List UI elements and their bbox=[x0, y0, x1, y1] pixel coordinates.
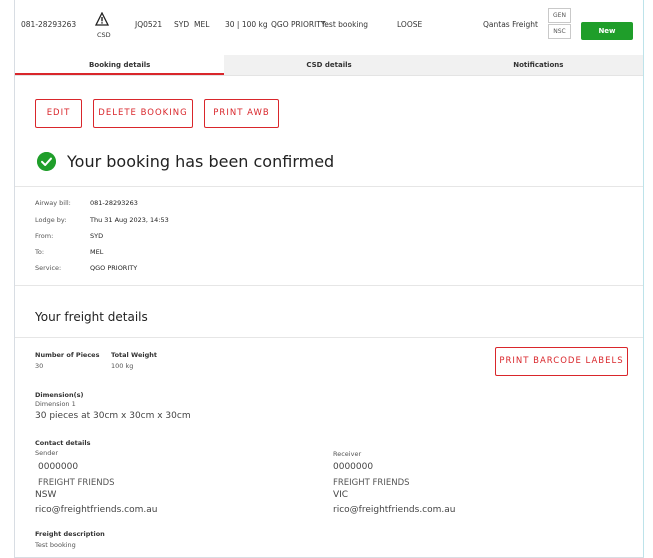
warning-triangle-icon bbox=[95, 12, 109, 26]
receiver-email: rico@freightfriends.com.au bbox=[333, 505, 456, 515]
from-value: SYD bbox=[90, 232, 104, 240]
sender-email: rico@freightfriends.com.au bbox=[35, 505, 158, 515]
status-new-button[interactable]: New bbox=[581, 22, 633, 40]
to-value: MEL bbox=[90, 248, 104, 256]
badge-nsc: NSC bbox=[548, 24, 571, 39]
to-label: To: bbox=[35, 248, 45, 256]
edit-button[interactable]: EDIT bbox=[35, 99, 82, 128]
pieces-value: 30 bbox=[35, 362, 44, 370]
divider bbox=[15, 186, 643, 187]
airway-bill-value: 081-28293263 bbox=[90, 199, 138, 207]
receiver-name: FREIGHT FRIENDS bbox=[333, 478, 410, 488]
booking-header: 081-28293263 CSD JQ0521 SYD MEL 30 | 100… bbox=[15, 8, 643, 50]
service-label: Service: bbox=[35, 264, 62, 272]
delete-booking-button[interactable]: DELETE BOOKING bbox=[93, 99, 193, 128]
booking-panel: 081-28293263 CSD JQ0521 SYD MEL 30 | 100… bbox=[14, 0, 644, 558]
header-description: Test booking bbox=[321, 20, 369, 29]
dimension-1-label: Dimension 1 bbox=[35, 400, 76, 408]
header-origin: SYD bbox=[174, 20, 190, 29]
header-flight: JQ0521 bbox=[135, 20, 163, 29]
lodge-by-label: Lodge by: bbox=[35, 216, 67, 224]
header-awb: 081-28293263 bbox=[21, 20, 77, 29]
divider bbox=[15, 337, 643, 338]
confirmation-message: Your booking has been confirmed bbox=[67, 152, 335, 171]
sender-name: FREIGHT FRIENDS bbox=[38, 478, 115, 488]
receiver-state: VIC bbox=[333, 490, 349, 500]
receiver-label: Receiver bbox=[333, 450, 362, 458]
tab-notifications[interactable]: Notifications bbox=[433, 55, 643, 75]
divider bbox=[15, 285, 643, 286]
freight-details-title: Your freight details bbox=[35, 310, 148, 324]
lodge-by-value: Thu 31 Aug 2023, 14:53 bbox=[90, 216, 169, 224]
dimension-1-value: 30 pieces at 30cm x 30cm x 30cm bbox=[35, 411, 191, 421]
check-circle-icon bbox=[37, 152, 56, 171]
header-destination: MEL bbox=[194, 20, 210, 29]
from-label: From: bbox=[35, 232, 54, 240]
tab-booking-details[interactable]: Booking details bbox=[15, 55, 225, 75]
booking-tabs: Booking details CSD details Notification… bbox=[15, 55, 643, 76]
service-value: QGO PRIORITY bbox=[90, 264, 138, 272]
sender-label: Sender bbox=[35, 449, 59, 457]
freight-description-value: Test booking bbox=[35, 541, 76, 549]
csd-label: CSD bbox=[97, 31, 111, 39]
header-packing: LOOSE bbox=[397, 20, 423, 29]
dimensions-label: Dimension(s) bbox=[35, 391, 84, 399]
badge-gen: GEN bbox=[548, 8, 571, 23]
print-barcode-labels-button[interactable]: PRINT BARCODE LABELS bbox=[495, 347, 628, 376]
freight-description-label: Freight description bbox=[35, 530, 105, 538]
weight-value: 100 kg bbox=[111, 362, 134, 370]
pieces-label: Number of Pieces bbox=[35, 351, 100, 359]
header-pieces-weight: 30 | 100 kg bbox=[225, 20, 268, 29]
header-service: QGO PRIORITY bbox=[271, 20, 326, 29]
receiver-phone: 0000000 bbox=[333, 462, 374, 472]
contact-details-label: Contact details bbox=[35, 439, 91, 447]
airway-bill-label: Airway bill: bbox=[35, 199, 71, 207]
sender-state: NSW bbox=[35, 490, 57, 500]
tab-csd-details[interactable]: CSD details bbox=[224, 55, 434, 75]
weight-label: Total Weight bbox=[111, 351, 157, 359]
sender-phone: 0000000 bbox=[38, 462, 79, 472]
print-awb-button[interactable]: PRINT AWB bbox=[204, 99, 279, 128]
header-carrier: Qantas Freight bbox=[483, 20, 538, 29]
